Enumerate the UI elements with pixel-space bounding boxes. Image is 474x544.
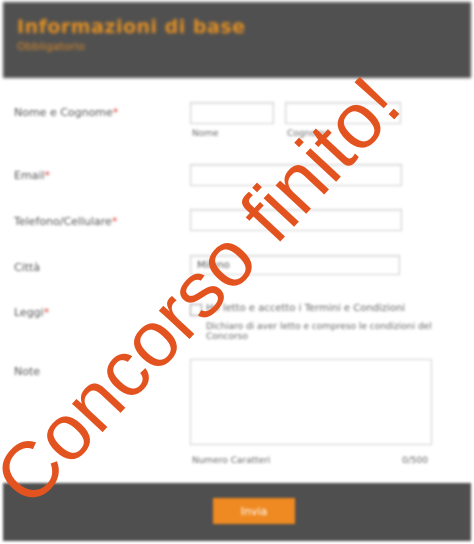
terms-text: Ho letto e accetto i Termini e Condizion… xyxy=(206,303,406,314)
terms-checkbox[interactable] xyxy=(190,304,202,316)
notes-label: Note xyxy=(14,365,41,378)
notes-textarea[interactable] xyxy=(190,359,432,445)
char-count-label: Numero Caratteri xyxy=(192,456,271,466)
terms-label: Leggi* xyxy=(14,306,50,319)
submit-button[interactable]: Invia xyxy=(213,498,295,524)
char-count-value: 0/500 xyxy=(402,456,428,466)
first-name-sublabel: Nome xyxy=(192,129,219,139)
city-label: Città xyxy=(14,261,41,274)
form-header: Informazioni di base Obbligatorio xyxy=(3,2,471,78)
city-select[interactable]: Milano xyxy=(190,255,400,275)
form-subtitle: Obbligatorio xyxy=(17,40,85,53)
phone-label: Telefono/Cellulare* xyxy=(14,215,118,228)
form-title: Informazioni di base xyxy=(17,16,246,38)
form-body: Nome e Cognome* Nome Cognome Email* Tele… xyxy=(0,78,474,482)
last-name-input[interactable] xyxy=(285,102,401,124)
last-name-sublabel: Cognome xyxy=(287,129,331,139)
email-label: Email* xyxy=(14,169,51,182)
form-page: Informazioni di base Obbligatorio Nome e… xyxy=(0,0,474,544)
name-label: Nome e Cognome* xyxy=(14,106,119,119)
phone-input[interactable] xyxy=(190,209,402,231)
terms-subtext: Dichiaro di aver letto e compreso le con… xyxy=(206,322,432,342)
first-name-input[interactable] xyxy=(190,102,274,124)
email-input[interactable] xyxy=(190,164,402,186)
